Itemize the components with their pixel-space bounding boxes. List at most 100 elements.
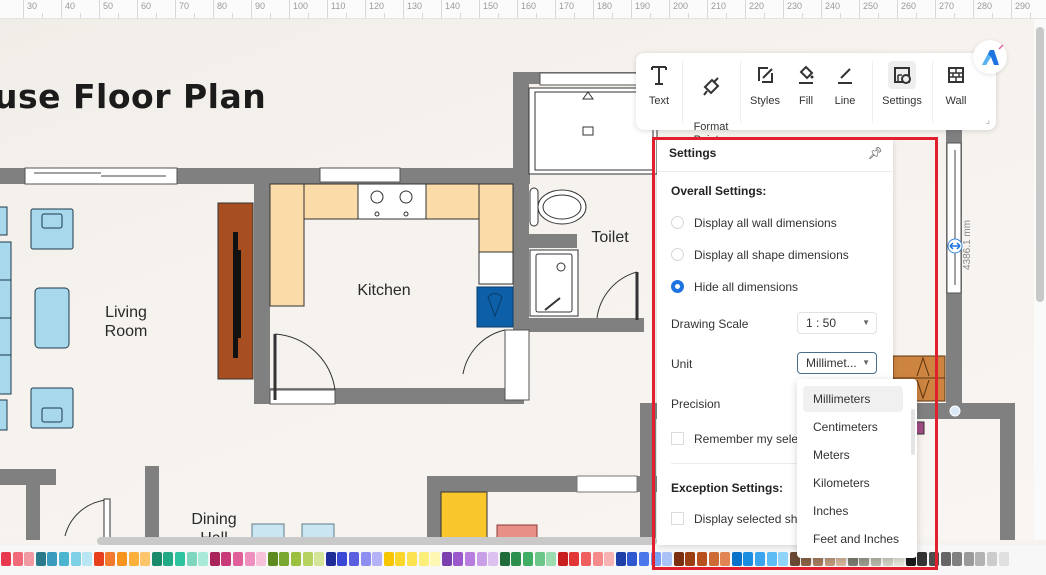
color-swatch[interactable] [987,552,997,566]
color-swatch[interactable] [117,552,127,566]
color-swatch[interactable] [105,552,116,566]
color-swatch[interactable] [441,552,452,566]
color-swatch[interactable] [929,552,939,566]
color-swatch[interactable] [523,552,533,566]
unit-option-centimeters[interactable]: Centimeters [803,414,903,440]
radio-hide-all-dimensions[interactable]: Hide all dimensions [671,278,798,296]
color-swatch[interactable] [279,552,290,566]
color-swatch[interactable] [546,552,557,566]
color-swatch[interactable] [430,552,441,566]
tool-wall[interactable]: Wall [940,61,972,108]
color-swatch[interactable] [383,552,394,566]
color-swatch[interactable] [581,552,591,566]
remember-selection-checkbox[interactable]: Remember my sele [671,431,798,447]
color-swatch[interactable] [952,552,963,566]
checkbox[interactable] [671,512,684,526]
color-swatch[interactable] [650,552,661,566]
color-swatch[interactable] [488,552,499,566]
color-swatch[interactable] [766,552,777,566]
color-swatch[interactable] [360,552,371,566]
color-swatch[interactable] [372,552,383,566]
color-swatch[interactable] [662,552,673,566]
color-swatch[interactable] [93,552,104,566]
color-swatch[interactable] [221,552,232,566]
color-swatch[interactable] [708,552,719,566]
color-swatch[interactable] [604,552,615,566]
color-swatch[interactable] [163,552,174,566]
checkbox[interactable] [671,432,684,446]
app-logo[interactable] [973,40,1007,74]
color-swatch[interactable] [325,552,336,566]
color-swatch[interactable] [418,552,429,566]
display-selected-shape-checkbox[interactable]: Display selected sha [671,511,804,527]
horizontal-scrollbar-thumb[interactable] [97,537,657,545]
dropdown-scrollbar[interactable] [911,409,915,455]
color-swatch[interactable] [940,552,951,566]
drawing-scale-select[interactable]: 1 : 50 ▼ [797,312,877,334]
tool-settings[interactable]: Settings [878,61,926,108]
color-swatch[interactable] [998,552,1009,566]
color-swatch[interactable] [499,552,510,566]
color-swatch[interactable] [1,552,11,566]
color-swatch[interactable] [569,552,580,566]
color-swatch[interactable] [720,552,731,566]
color-swatch[interactable] [697,552,707,566]
unit-option-kilometers[interactable]: Kilometers [803,470,903,496]
color-swatch[interactable] [963,552,974,566]
unit-option-inches[interactable]: Inches [803,498,903,524]
vertical-scrollbar-thumb[interactable] [1036,27,1044,302]
color-swatch[interactable] [349,552,359,566]
color-swatch[interactable] [256,552,267,566]
color-swatch[interactable] [639,552,649,566]
color-swatch[interactable] [186,552,197,566]
color-swatch[interactable] [337,552,348,566]
color-swatch[interactable] [975,552,986,566]
color-swatch[interactable] [47,552,58,566]
tool-styles[interactable]: Styles [746,61,784,108]
color-swatch[interactable] [453,552,464,566]
color-swatch[interactable] [685,552,696,566]
radio-button[interactable] [671,248,684,262]
color-swatch[interactable] [592,552,603,566]
color-swatch[interactable] [755,552,765,566]
color-swatch[interactable] [128,552,139,566]
unit-select[interactable]: Millimet... ▼ [797,352,877,374]
color-swatch[interactable] [534,552,545,566]
color-swatch[interactable] [175,552,185,566]
color-swatch[interactable] [82,552,93,566]
color-swatch[interactable] [731,552,742,566]
color-swatch[interactable] [302,552,313,566]
color-swatch[interactable] [917,552,928,566]
vertical-scrollbar[interactable] [1034,19,1046,540]
color-swatch[interactable] [209,552,220,566]
unit-option-millimeters[interactable]: Millimeters [803,386,903,412]
color-swatch[interactable] [70,552,81,566]
color-swatch[interactable] [557,552,568,566]
color-swatch[interactable] [12,552,23,566]
color-swatch[interactable] [198,552,209,566]
tool-text[interactable]: Text [644,61,674,108]
color-swatch[interactable] [291,552,301,566]
color-swatch[interactable] [244,552,255,566]
color-swatch[interactable] [511,552,522,566]
color-swatch[interactable] [673,552,684,566]
color-swatch[interactable] [24,552,35,566]
color-swatch[interactable] [743,552,754,566]
color-swatch[interactable] [35,552,46,566]
pin-icon[interactable]: 📌︎ [868,146,883,160]
unit-option-feet-and-inches[interactable]: Feet and Inches [803,526,915,552]
color-swatch[interactable] [140,552,151,566]
radio-display-shape-dimensions[interactable]: Display all shape dimensions [671,246,849,264]
color-swatch[interactable] [465,552,475,566]
radio-button-selected[interactable] [671,280,684,294]
unit-option-meters[interactable]: Meters [803,442,903,468]
color-swatch[interactable] [314,552,325,566]
color-swatch[interactable] [59,552,69,566]
tool-format-painter[interactable]: Format Painter [688,61,734,147]
radio-display-wall-dimensions[interactable]: Display all wall dimensions [671,214,837,232]
color-swatch[interactable] [267,552,278,566]
tool-line[interactable]: Line [830,61,860,108]
color-swatch[interactable] [233,552,243,566]
color-swatch[interactable] [627,552,638,566]
color-swatch[interactable] [476,552,487,566]
